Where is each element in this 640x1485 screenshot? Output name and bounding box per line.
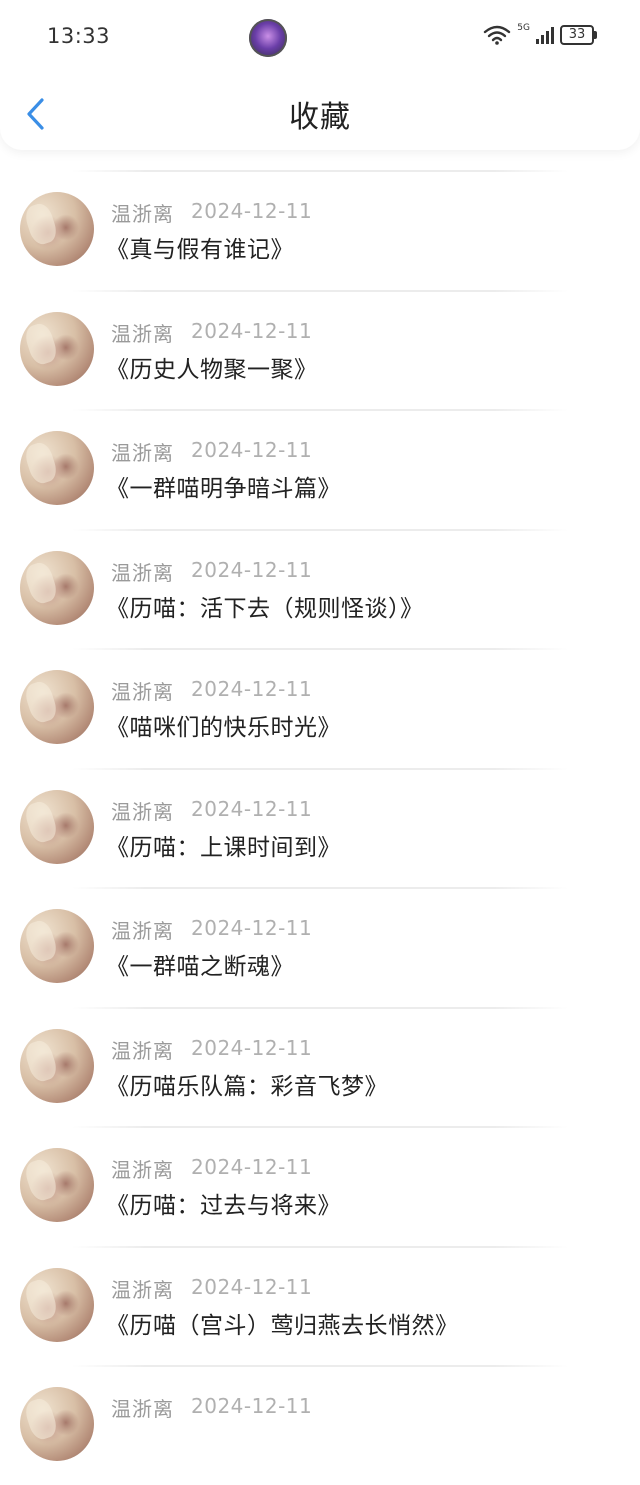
avatar[interactable] (20, 1028, 94, 1103)
author-name: 温浙离 (111, 1277, 174, 1302)
post-date: 2024-12-11 (191, 677, 313, 701)
divider (72, 1126, 568, 1128)
network-type-label: 5G (517, 23, 530, 33)
list-item[interactable]: 温浙离 2024-12-11 《一群喵明争暗斗篇》 (0, 409, 640, 529)
post-title[interactable]: 《喵咪们的快乐时光》 (106, 708, 341, 742)
avatar[interactable] (20, 1148, 94, 1222)
post-date: 2024-12-11 (191, 916, 313, 940)
list-item[interactable]: 温浙离 2024-12-11 《一群喵之断魂》 (0, 887, 640, 1007)
post-date: 2024-12-11 (191, 1394, 313, 1418)
wifi-icon (484, 25, 511, 45)
post-date: 2024-12-11 (191, 199, 313, 223)
post-date: 2024-12-11 (191, 1274, 313, 1299)
author-name: 温浙离 (111, 919, 174, 943)
divider (72, 887, 568, 889)
divider (72, 767, 568, 770)
post-date: 2024-12-11 (191, 557, 313, 582)
page-title: 收藏 (289, 100, 351, 135)
avatar[interactable] (20, 311, 94, 386)
battery-icon: 33 (560, 25, 597, 45)
list-item[interactable]: 温浙离 2024-12-11 (0, 1365, 640, 1485)
list-item[interactable]: 温浙离 2024-12-11 《历喵乐队篇：彩音飞梦》 (0, 1006, 640, 1127)
post-date: 2024-12-11 (191, 1155, 313, 1179)
post-title[interactable]: 《历喵：上课时间到》 (106, 828, 341, 862)
status-time: 13:33 (47, 24, 111, 48)
post-date: 2024-12-11 (191, 796, 313, 821)
list-item[interactable]: 温浙离 2024-12-11 《历喵：活下去（规则怪谈）》 (0, 528, 640, 649)
avatar[interactable] (20, 670, 94, 744)
author-name: 温浙离 (111, 799, 174, 824)
app-notification-icon (249, 19, 287, 57)
list-item[interactable]: 温浙离 2024-12-11 《喵咪们的快乐时光》 (0, 648, 640, 768)
cell-signal-icon (536, 26, 554, 44)
post-date: 2024-12-11 (191, 1035, 313, 1060)
list-item[interactable]: 温浙离 2024-12-11 《历喵（宫斗）莺归燕去长悄然》 (0, 1245, 640, 1366)
divider (72, 170, 568, 172)
author-name: 温浙离 (111, 560, 174, 585)
author-name: 温浙离 (111, 321, 174, 346)
list-item[interactable]: 温浙离 2024-12-11 《历喵：上课时间到》 (0, 767, 640, 888)
divider (72, 1245, 568, 1248)
list-item[interactable]: 温浙离 2024-12-11 《历史人物聚一聚》 (0, 289, 640, 410)
divider (72, 648, 568, 650)
favorites-list: 温浙离 2024-12-11 《真与假有谁记》 温浙离 2024-12-11 《… (0, 170, 640, 1485)
divider (72, 289, 568, 292)
author-name: 温浙离 (111, 202, 174, 226)
author-name: 温浙离 (111, 680, 174, 704)
post-date: 2024-12-11 (191, 438, 313, 462)
avatar[interactable] (20, 431, 94, 505)
list-item[interactable]: 温浙离 2024-12-11 《真与假有谁记》 (0, 170, 640, 290)
avatar[interactable] (20, 909, 94, 983)
author-name: 温浙离 (111, 1038, 174, 1063)
divider (72, 1006, 568, 1009)
author-name: 温浙离 (111, 1397, 174, 1421)
list-item[interactable]: 温浙离 2024-12-11 《历喵：过去与将来》 (0, 1126, 640, 1246)
status-icons: 5G 33 (483, 23, 597, 45)
divider (72, 1365, 568, 1367)
avatar[interactable] (20, 550, 94, 625)
avatar[interactable] (20, 1267, 94, 1342)
author-name: 温浙离 (111, 1158, 174, 1182)
post-title[interactable]: 《历史人物聚一聚》 (106, 350, 318, 384)
divider (72, 528, 568, 531)
post-title[interactable]: 《一群喵之断魂》 (106, 947, 294, 981)
post-title[interactable]: 《历喵：过去与将来》 (106, 1186, 341, 1220)
post-title[interactable]: 《历喵乐队篇：彩音飞梦》 (106, 1067, 388, 1101)
post-title[interactable]: 《历喵（宫斗）莺归燕去长悄然》 (106, 1306, 459, 1340)
post-title[interactable]: 《一群喵明争暗斗篇》 (106, 469, 341, 503)
top-bar: 13:33 5G 33 收藏 (0, 0, 640, 150)
avatar[interactable] (20, 1387, 94, 1461)
divider (72, 409, 568, 411)
post-date: 2024-12-11 (191, 318, 313, 343)
post-title[interactable]: 《真与假有谁记》 (106, 230, 294, 264)
avatar[interactable] (20, 789, 94, 864)
post-title[interactable]: 《历喵：活下去（规则怪谈）》 (106, 589, 424, 623)
author-name: 温浙离 (111, 441, 174, 465)
avatar[interactable] (20, 192, 94, 266)
